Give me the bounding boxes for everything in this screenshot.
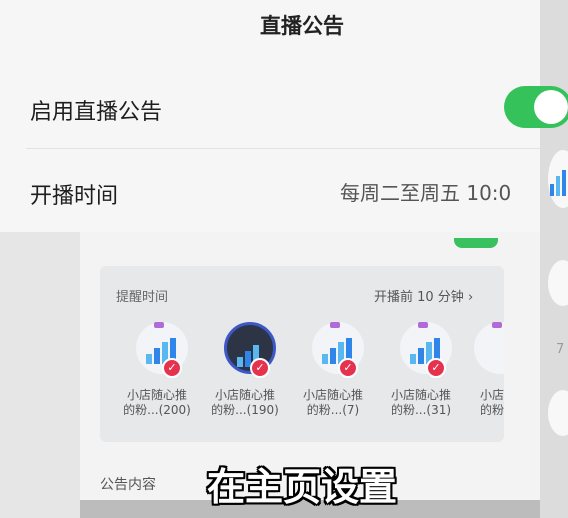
chevron-right-icon: ›: [467, 290, 474, 305]
check-icon: ✓: [250, 358, 270, 378]
tag-icon: [418, 322, 428, 328]
fan-group-item[interactable]: ✓ 小店随心推 的粉...(7): [290, 318, 376, 428]
reminder-card: 提醒时间 开播前 10 分钟 › ✓ 小店随心推 的粉...(200) ✓ 小店…: [100, 266, 504, 442]
row-divider: [26, 148, 540, 149]
fan-group-name: 小店随心推 的粉...(7): [302, 388, 363, 417]
fan-group-list: ✓ 小店随心推 的粉...(200) ✓ 小店随心推 的粉...(190) ✓ …: [100, 318, 504, 438]
check-icon: ✓: [426, 358, 446, 378]
bar-chart-avatar: [474, 322, 504, 374]
fan-group-name: 小店 的粉: [479, 388, 504, 417]
reminder-value-text: 开播前 10 分钟: [374, 290, 464, 305]
page-title: 直播公告: [260, 14, 344, 38]
subtitle-caption: 在主页设置: [206, 465, 397, 509]
side-partial-text: 7: [556, 342, 565, 357]
right-edge-strip: [540, 0, 568, 518]
fan-group-item[interactable]: ✓ 小店随心推 的粉...(190): [202, 318, 288, 428]
enable-announcement-label: 启用直播公告: [30, 100, 163, 125]
fan-group-item[interactable]: 小店 的粉: [452, 318, 504, 428]
toggle-partial[interactable]: [454, 238, 498, 248]
tag-icon: [492, 322, 502, 328]
tag-icon: [330, 322, 340, 328]
start-time-value[interactable]: 每周二至周五 10:0: [340, 177, 540, 206]
check-icon: ✓: [162, 358, 182, 378]
check-icon: ✓: [338, 358, 358, 378]
fan-group-name: 小店随心推 的粉...(190): [211, 388, 279, 417]
reminder-value[interactable]: 开播前 10 分钟 ›: [374, 286, 473, 305]
fan-group-item[interactable]: ✓ 小店随心推 的粉...(200): [114, 318, 200, 428]
enable-announcement-toggle[interactable]: [504, 86, 568, 128]
tag-icon: [154, 322, 164, 328]
side-avatar-icon: [550, 170, 566, 196]
fan-group-name: 小店随心推 的粉...(200): [123, 388, 191, 417]
subtitle-caption-partial: …………: [0, 506, 568, 518]
reminder-label: 提醒时间: [116, 290, 169, 305]
toggle-knob: [534, 90, 568, 124]
start-time-label: 开播时间: [30, 184, 119, 209]
